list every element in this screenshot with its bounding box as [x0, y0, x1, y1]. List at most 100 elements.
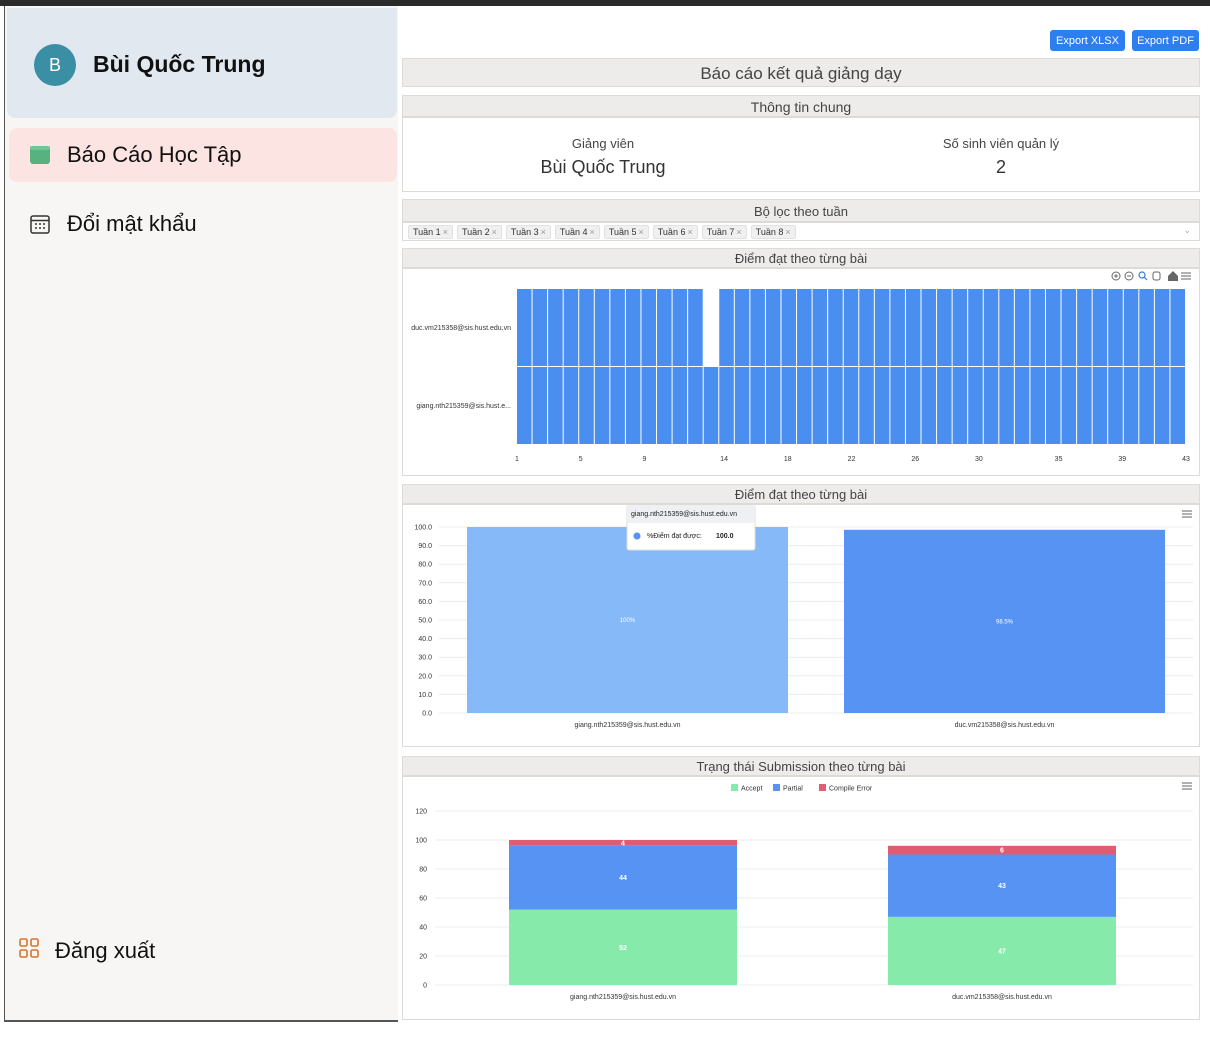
segment-data-label: 44: [619, 875, 627, 882]
y-tick-label: 10.0: [418, 692, 432, 699]
x-tick-label: 26: [911, 456, 919, 463]
heatmap-cell: [1077, 289, 1092, 366]
sidebar: B Bùi Quốc Trung Báo Cáo Học Tập Đổi mật…: [4, 6, 398, 1022]
week-tag[interactable]: Tuần 8 ×: [750, 224, 796, 239]
heatmap-cell: [1045, 367, 1061, 444]
x-tick-label: 39: [1118, 456, 1126, 463]
chart3-title: Trạng thái Submission theo từng bài: [402, 756, 1200, 776]
heatmap-cell: [890, 289, 905, 366]
y-tick-label: 80.0: [418, 562, 432, 569]
heatmap-cell: [828, 367, 843, 444]
heatmap-row-label: duc.vm215358@sis.hust.edu.vn: [411, 325, 511, 332]
sidebar-item-report[interactable]: Báo Cáo Học Tập: [9, 128, 397, 182]
teacher-label: Giảng viên: [571, 136, 635, 151]
sidebar-item-change-password[interactable]: Đổi mật khẩu: [9, 197, 397, 251]
heatmap-cell: [579, 289, 594, 366]
remove-tag-icon[interactable]: ×: [736, 227, 741, 237]
heatmap-cell: [937, 289, 952, 366]
week-tag[interactable]: Tuần 6 ×: [652, 224, 698, 239]
y-tick-label: 30.0: [418, 655, 432, 662]
heatmap-cell: [1030, 289, 1045, 366]
heatmap-cell: [859, 367, 874, 444]
menu-icon[interactable]: [1181, 272, 1191, 280]
teacher-info: Giảng viên Bùi Quốc Trung: [453, 136, 753, 178]
legend-label: Accept: [741, 786, 762, 793]
y-tick-label: 0.0: [422, 711, 432, 718]
remove-tag-icon[interactable]: ×: [443, 227, 448, 237]
y-tick-label: 100: [415, 838, 427, 845]
segment-data-label: 4: [621, 840, 625, 847]
x-tick-label: 22: [848, 456, 856, 463]
heatmap-cell: [1170, 289, 1185, 366]
grid-icon: [17, 936, 41, 965]
heatmap-cell: [921, 367, 937, 444]
remove-tag-icon[interactable]: ×: [639, 227, 644, 237]
week-tag-label: Tuần 3: [510, 226, 539, 237]
heatmap-cell: [750, 367, 765, 444]
y-tick-label: 80: [419, 867, 427, 874]
chart3-svg: Accept Partial Compile Error 0 20 40 60 80 100 12…: [415, 782, 1193, 1001]
heatmap-cell: [625, 367, 641, 444]
y-tick-label: 50.0: [418, 618, 432, 625]
x-tick-label: 18: [784, 456, 792, 463]
heatmap-cell: [1061, 367, 1077, 444]
general-info-title: Thông tin chung: [402, 95, 1200, 117]
zoom-in-icon[interactable]: [1111, 271, 1121, 281]
bar-data-label: 100%: [620, 618, 636, 624]
avatar[interactable]: B: [34, 44, 76, 86]
week-tag[interactable]: Tuần 5 ×: [603, 224, 649, 239]
y-tick-label: 120: [415, 809, 427, 816]
pan-hand-icon[interactable]: [1152, 271, 1161, 281]
y-tick-label: 40.0: [418, 636, 432, 643]
heatmap-cell: [983, 367, 999, 444]
heatmap-cell: [1014, 289, 1030, 366]
y-tick-label: 100.0: [414, 525, 432, 532]
heatmap-cell: [672, 289, 688, 366]
heatmap-cell: [952, 367, 968, 444]
menu-icon[interactable]: [1182, 510, 1192, 518]
week-tag[interactable]: Tuần 1 ×: [408, 224, 453, 239]
heatmap-cell: [765, 367, 781, 444]
segment-data-label: 52: [619, 945, 627, 952]
heatmap-cell: [719, 367, 734, 444]
week-tag[interactable]: Tuần 3 ×: [505, 224, 551, 239]
export-pdf-button[interactable]: Export PDF: [1132, 30, 1199, 51]
magnify-icon[interactable]: [1138, 271, 1148, 281]
students-value: 2: [995, 157, 1006, 177]
logout-button[interactable]: Đăng xuất: [17, 936, 155, 965]
remove-tag-icon[interactable]: ×: [785, 227, 790, 237]
week-tag[interactable]: Tuần 7 ×: [701, 224, 747, 239]
legend-swatch: [731, 784, 738, 791]
heatmap-cell: [781, 289, 797, 366]
heatmap-cell: [563, 289, 579, 366]
heatmap-cell: [594, 367, 610, 444]
general-info-panel: Giảng viên Bùi Quốc Trung Số sinh viên q…: [402, 117, 1200, 192]
export-xlsx-button[interactable]: Export XLSX: [1050, 30, 1125, 51]
home-icon[interactable]: [1168, 271, 1178, 281]
segment-data-label: 43: [998, 883, 1006, 890]
chart-toolbar: [1111, 271, 1191, 281]
heatmap-cell: [641, 367, 657, 444]
heatmap-cell: [921, 289, 937, 366]
week-tag[interactable]: Tuần 2 ×: [456, 224, 502, 239]
chart2-svg: 0.0 10.0 20.0 30.0 40.0 50.0 60.0 70.0 80.0 90.0 1…: [414, 504, 1193, 729]
week-tag[interactable]: Tuần 4 ×: [554, 224, 600, 239]
heatmap-cell: [843, 289, 859, 366]
x-category-label: duc.vm215358@sis.hust.edu.vn: [955, 722, 1055, 729]
heatmap-cell: [905, 367, 921, 444]
heatmap-cell: [563, 367, 579, 444]
zoom-out-icon[interactable]: [1124, 271, 1134, 281]
heatmap-cell: [1077, 367, 1092, 444]
heatmap-cell: [641, 289, 657, 366]
chevron-down-icon[interactable]: ⌄: [1183, 225, 1191, 236]
heatmap-cell: [517, 289, 532, 366]
heatmap-cell: [765, 289, 781, 366]
x-category-label: giang.nth215359@sis.hust.edu.vn: [575, 722, 681, 729]
remove-tag-icon[interactable]: ×: [492, 227, 497, 237]
menu-icon[interactable]: [1182, 782, 1192, 790]
remove-tag-icon[interactable]: ×: [590, 227, 595, 237]
remove-tag-icon[interactable]: ×: [541, 227, 546, 237]
remove-tag-icon[interactable]: ×: [687, 227, 692, 237]
legend-label: Compile Error: [829, 786, 873, 793]
week-filter-select[interactable]: Tuần 1 × Tuần 2 × Tuần 3 × Tuần 4 × Tuần 5 × Tuần …: [402, 222, 1200, 241]
